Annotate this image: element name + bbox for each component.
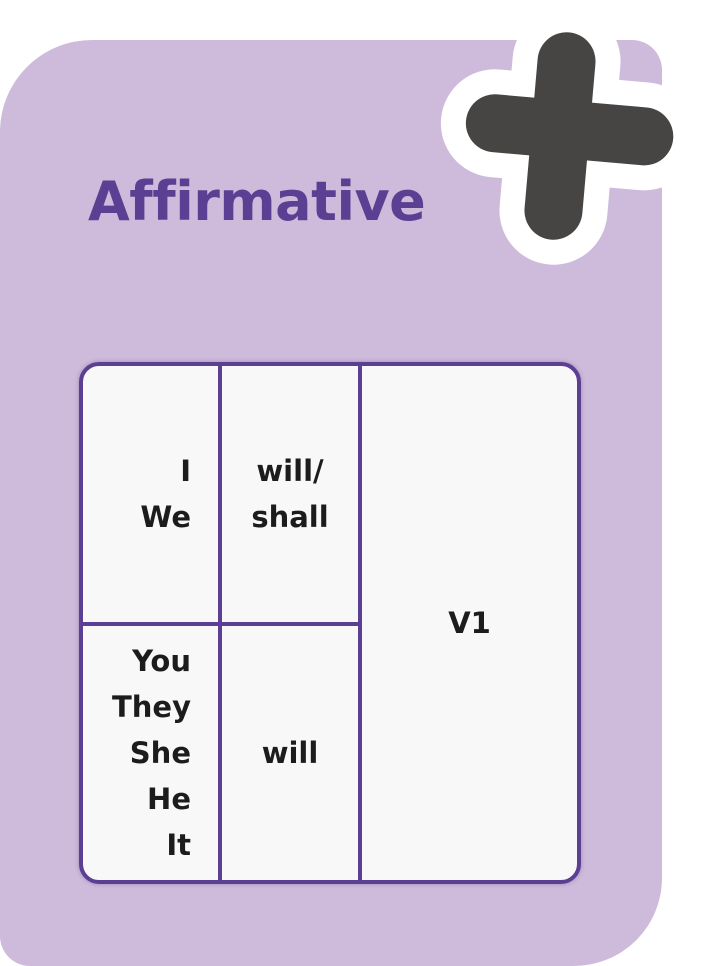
page-title: Affirmative — [88, 170, 426, 233]
auxiliary-cell-top: will/ shall — [222, 366, 358, 622]
pronoun-i: I — [180, 454, 191, 488]
verb-cell: V1 — [362, 366, 577, 880]
pronoun-cell-top: I We — [83, 366, 191, 622]
pronoun-cell-bottom: You They She He It — [83, 626, 191, 880]
grammar-table: I We will/ shall You They She He It will… — [79, 362, 581, 884]
pronoun-you: You — [132, 644, 191, 678]
pronoun-they: They — [112, 690, 191, 724]
pronoun-it: It — [166, 828, 191, 862]
auxiliary-will: will — [261, 736, 319, 770]
auxiliary-will-slash: will/ — [256, 454, 324, 488]
plus-icon — [440, 26, 684, 265]
pronoun-we: We — [140, 500, 191, 534]
plus-badge — [436, 26, 684, 274]
pronoun-he: He — [147, 782, 191, 816]
auxiliary-shall: shall — [251, 500, 329, 534]
verb-v1: V1 — [448, 606, 491, 640]
auxiliary-cell-bottom: will — [222, 626, 358, 880]
pronoun-she: She — [129, 736, 191, 770]
